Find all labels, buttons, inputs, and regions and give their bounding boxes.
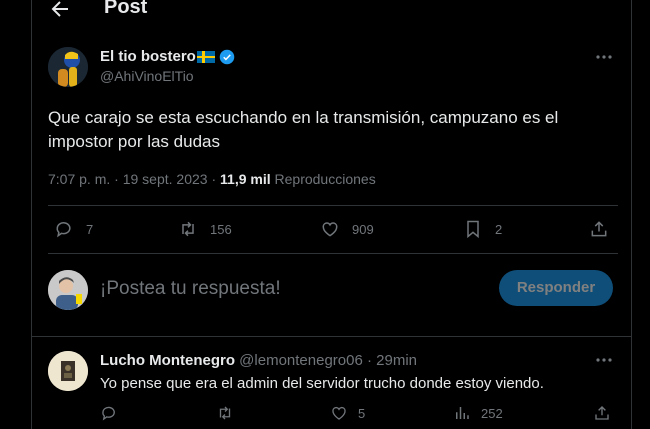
- heart-icon: [322, 222, 338, 237]
- meta-separator: ·: [207, 171, 221, 187]
- author-avatar[interactable]: [48, 47, 88, 87]
- bookmark-icon: [467, 220, 479, 239]
- reply-author-name[interactable]: Lucho Montenegro: [100, 352, 235, 369]
- reply-time[interactable]: 29min: [376, 352, 417, 369]
- verified-badge-icon: [219, 49, 235, 64]
- responder-button[interactable]: Responder: [499, 270, 613, 306]
- bookmark-button[interactable]: 2: [463, 219, 502, 239]
- author-name-text: El tio bostero: [100, 48, 196, 65]
- reply-share-button[interactable]: [593, 404, 611, 422]
- back-arrow-icon[interactable]: [48, 0, 72, 21]
- post-column: Post El tio bostero @AhiVinoElTio Que ca…: [31, 0, 632, 429]
- repost-icon: [182, 221, 194, 237]
- reply-like-button[interactable]: 5: [330, 404, 365, 422]
- tweet-meta: 7:07 p. m. · 19 sept. 2023 · 11,9 mil Re…: [48, 171, 376, 187]
- divider: [32, 336, 632, 337]
- reply-button[interactable]: 7: [54, 219, 93, 239]
- tweet-date[interactable]: 19 sept. 2023: [123, 171, 208, 187]
- author-name[interactable]: El tio bostero: [100, 48, 235, 65]
- current-user-avatar[interactable]: [48, 270, 88, 310]
- tweet-text: Que carajo se esta escuchando en la tran…: [48, 108, 559, 151]
- sweden-flag-icon: [196, 50, 215, 63]
- reply-header: Lucho Montenegro @lemontenegro06 · 29min: [100, 352, 417, 369]
- divider: [48, 253, 618, 254]
- repost-icon: [219, 406, 231, 420]
- repost-button[interactable]: 156: [178, 219, 232, 239]
- more-options-icon[interactable]: [594, 350, 614, 370]
- page-title: Post: [104, 0, 148, 18]
- reply-view-count: 252: [481, 405, 503, 421]
- reply-icon: [102, 406, 115, 421]
- like-button[interactable]: 909: [320, 219, 374, 239]
- bookmark-count: 2: [495, 221, 503, 237]
- more-options-icon[interactable]: [594, 47, 614, 67]
- reply-input[interactable]: ¡Postea tu respuesta!: [100, 278, 281, 300]
- meta-separator: ·: [110, 171, 123, 187]
- reply-repost-button[interactable]: [216, 404, 234, 422]
- reply-author-handle[interactable]: @lemontenegro06: [239, 352, 363, 369]
- reply-reply-button[interactable]: [100, 404, 118, 422]
- views-icon: [456, 407, 469, 419]
- author-handle[interactable]: @AhiVinoElTio: [100, 68, 194, 84]
- view-count[interactable]: 11,9 mil: [220, 171, 271, 187]
- repost-count: 156: [210, 221, 232, 237]
- share-button[interactable]: [589, 219, 609, 239]
- top-bar: Post: [32, 0, 631, 22]
- tweet-time[interactable]: 7:07 p. m.: [48, 171, 110, 187]
- reply-icon: [56, 222, 71, 238]
- reply-separator: ·: [362, 352, 377, 369]
- reply-text: Yo pense que era el admin del servidor t…: [100, 375, 544, 392]
- reply-like-count: 5: [358, 405, 366, 421]
- heart-icon: [332, 406, 346, 420]
- divider: [48, 205, 618, 206]
- reply-count: 7: [86, 221, 94, 237]
- views-label: Reproducciones: [274, 171, 376, 187]
- like-count: 909: [352, 221, 374, 237]
- share-icon: [591, 221, 607, 237]
- reply-author-avatar[interactable]: [48, 351, 88, 391]
- share-icon: [595, 406, 609, 420]
- reply-views-button[interactable]: 252: [453, 404, 503, 422]
